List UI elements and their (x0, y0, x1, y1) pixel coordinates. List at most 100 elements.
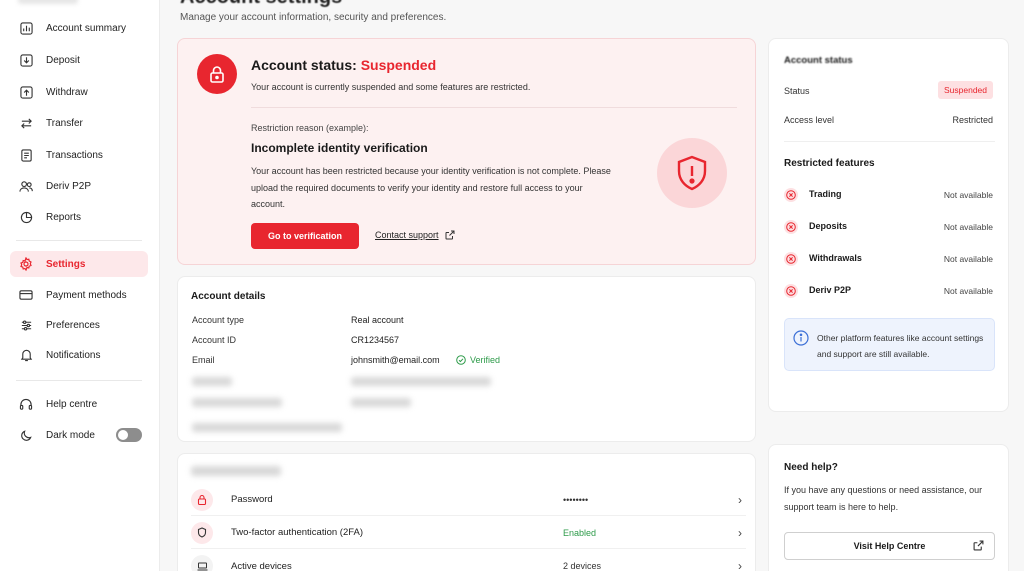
sliders-icon (18, 317, 34, 333)
sidebar-item-preferences[interactable]: Preferences (10, 312, 148, 338)
withdraw-icon (18, 84, 34, 100)
status-description: Your account is currently suspended and … (251, 82, 531, 92)
reason-title: Incomplete identity verification (251, 141, 428, 155)
account-id-label: Account ID (192, 335, 237, 345)
dark-mode-toggle[interactable] (116, 428, 142, 442)
chart-icon (18, 20, 34, 36)
help-title: Need help? (784, 462, 838, 473)
reason-body: Your account has been restricted because… (251, 166, 611, 209)
feature-trading-label: Trading (809, 189, 842, 199)
deposit-icon (18, 52, 34, 68)
chevron-right-icon: › (738, 525, 742, 540)
sidebar-item-label: Deposit (46, 54, 80, 66)
account-status-panel: Account status Status Suspended Access l… (768, 38, 1009, 412)
laptop-icon (191, 555, 213, 571)
sidebar-item-label: Transactions (46, 149, 103, 161)
redacted-section-title (191, 466, 281, 476)
verified-badge: Verified (456, 355, 500, 365)
external-link-icon (445, 230, 455, 240)
visit-help-centre-label: Visit Help Centre (853, 541, 926, 551)
account-id-value: CR1234567 (351, 335, 400, 345)
devices-value: 2 devices (563, 561, 602, 571)
sidebar-item-deposit[interactable]: Deposit (10, 47, 148, 73)
check-circle-icon (456, 355, 466, 365)
account-type-label: Account type (192, 315, 245, 325)
page-subtitle: Manage your account information, securit… (180, 12, 447, 23)
lock-icon (197, 54, 237, 94)
sidebar-item-deriv-p2p[interactable]: Deriv P2P (10, 173, 148, 199)
reason-label: Restriction reason (example): (251, 123, 369, 133)
sidebar-item-help-centre[interactable]: Help centre (10, 391, 148, 417)
sidebar-item-reports[interactable]: Reports (10, 204, 148, 230)
status-label: Status (784, 86, 810, 96)
sidebar-item-account-summary[interactable]: Account summary (10, 15, 148, 41)
sidebar-item-dark-mode: Dark mode (10, 422, 148, 448)
divider (784, 141, 995, 142)
security-row-devices[interactable]: Active devices 2 devices › (191, 550, 746, 571)
feature-trading-value: Not available (943, 190, 993, 200)
account-type-value: Real account (351, 315, 404, 325)
sidebar-item-notifications[interactable]: Notifications (10, 342, 148, 368)
transactions-icon (18, 147, 34, 163)
redacted-field (192, 377, 232, 386)
sidebar-item-label: Help centre (46, 398, 98, 410)
redacted-field (351, 398, 411, 407)
account-details-title: Account details (191, 291, 266, 302)
sidebar-item-payment-methods[interactable]: Payment methods (10, 282, 148, 308)
transfer-icon (18, 115, 34, 131)
security-card: Password •••••••• › Two-factor authentic… (177, 453, 756, 571)
sidebar-divider (16, 240, 142, 241)
sidebar: Account summary Deposit Withdraw Transfe… (0, 0, 160, 571)
access-level-value: Restricted (952, 115, 993, 125)
account-status-card: Account status: Suspended Your account i… (177, 38, 756, 265)
go-to-verification-button[interactable]: Go to verification (251, 223, 359, 249)
sidebar-item-withdraw[interactable]: Withdraw (10, 79, 148, 105)
sidebar-item-label: Preferences (46, 319, 100, 331)
feature-withdrawals-value: Not available (943, 254, 993, 264)
feature-p2p-value: Not available (943, 286, 993, 296)
panel-title: Account status (784, 55, 853, 66)
verified-label: Verified (470, 355, 501, 365)
headset-icon (18, 396, 34, 412)
contact-support-label: Contact support (375, 230, 439, 240)
help-panel: Need help? If you have any questions or … (768, 444, 1009, 571)
lock-icon (191, 488, 213, 511)
x-circle-icon (784, 188, 798, 202)
x-circle-icon (784, 252, 798, 266)
status-badge: Suspended (937, 81, 993, 99)
email-value: johnsmith@email.com (351, 355, 440, 365)
password-label: Password (231, 494, 273, 505)
status-value: Suspended (360, 57, 437, 73)
security-row-password[interactable]: Password •••••••• › (191, 484, 746, 516)
sidebar-item-transfer[interactable]: Transfer (10, 110, 148, 136)
sidebar-item-settings[interactable]: Settings (10, 251, 148, 277)
feature-deposits-value: Not available (943, 222, 993, 232)
shield-icon (191, 521, 213, 544)
chevron-right-icon: › (738, 559, 742, 571)
visit-help-centre-button[interactable]: Visit Help Centre (784, 532, 995, 560)
security-row-2fa[interactable]: Two-factor authentication (2FA) Enabled … (191, 517, 746, 549)
users-icon (18, 178, 34, 194)
redacted-field (192, 398, 282, 407)
card-icon (18, 287, 34, 303)
contact-support-link[interactable]: Contact support (375, 230, 455, 240)
shield-alert-icon (657, 138, 727, 208)
x-circle-icon (784, 284, 798, 298)
pie-icon (18, 209, 34, 225)
info-text: Other platform features like account set… (817, 333, 984, 359)
sidebar-divider (16, 380, 142, 381)
chevron-right-icon: › (738, 492, 742, 507)
feature-p2p-label: Deriv P2P (809, 285, 852, 295)
2fa-label: Two-factor authentication (2FA) (231, 527, 364, 538)
gear-icon (18, 256, 34, 272)
sidebar-item-label: Payment methods (46, 289, 127, 301)
2fa-value: Enabled (563, 527, 597, 538)
sidebar-item-transactions[interactable]: Transactions (10, 142, 148, 168)
sidebar-item-label: Withdraw (46, 86, 88, 98)
external-link-icon (973, 540, 984, 551)
sidebar-item-label: Transfer (46, 117, 83, 129)
sidebar-item-label: Account summary (46, 22, 127, 34)
page-title: Account settings (180, 0, 342, 9)
sidebar-item-label: Deriv P2P (46, 180, 92, 192)
status-title: Account status: Suspended (251, 57, 436, 73)
